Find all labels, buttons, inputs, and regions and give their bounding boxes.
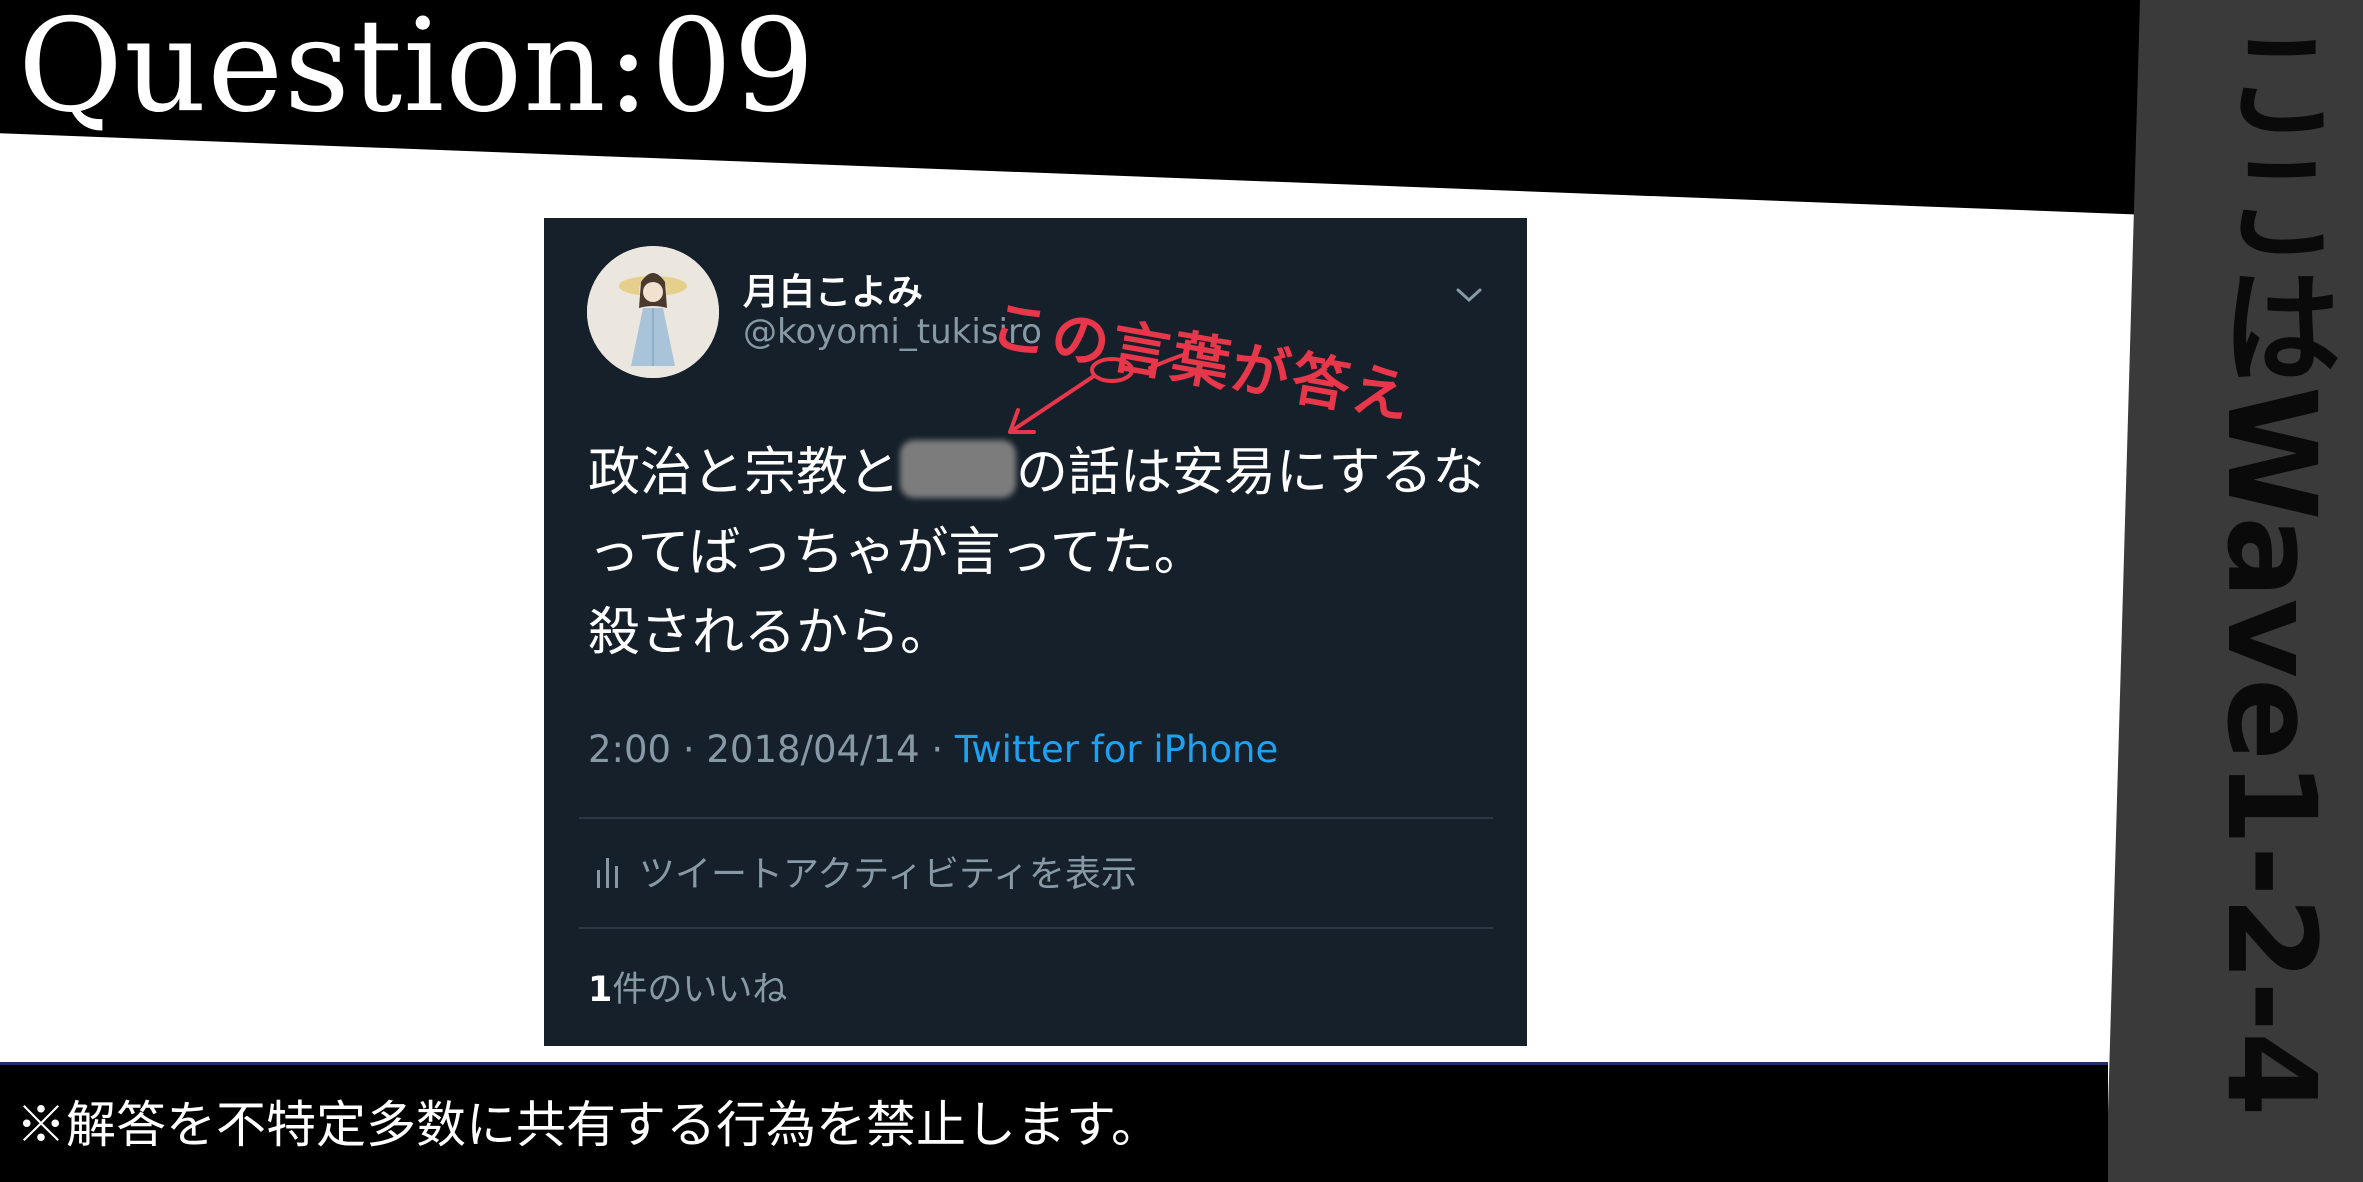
side-label: ここはWave1-2-4	[2200, 20, 2342, 1117]
likes-count[interactable]: 1件のいいね	[588, 961, 787, 1012]
notice-bar: ※解答を不特定多数に共有する行為を禁止します。	[0, 1062, 2108, 1182]
avatar[interactable]	[587, 246, 719, 378]
tweet-text-part3: 殺されるから。	[588, 603, 953, 663]
analytics-icon	[597, 858, 618, 888]
likes-number: 1	[588, 970, 613, 1010]
tweet-timestamp: 2:00 · 2018/04/14 ·	[588, 728, 955, 771]
avatar-illustration	[587, 246, 719, 378]
question-title: Question:09	[18, 0, 816, 141]
likes-label: 件のいいね	[612, 970, 788, 1010]
divider	[579, 927, 1493, 929]
tweet-meta: 2:00 · 2018/04/14 · Twitter for iPhone	[588, 728, 1278, 771]
divider	[579, 817, 1493, 819]
tweet-text-part1: 政治と宗教と	[588, 443, 901, 503]
tweet-text: 政治と宗教と の話は安易にするなってばっちゃが言ってた。 殺されるから。	[588, 433, 1488, 673]
redacted-word	[900, 440, 1017, 498]
tweet-source-link[interactable]: Twitter for iPhone	[955, 728, 1278, 771]
display-name[interactable]: 月白こよみ	[743, 263, 923, 315]
tweet-activity-link[interactable]: ツイートアクティビティを表示	[595, 845, 1137, 897]
tweet-activity-label: ツイートアクティビティを表示	[639, 854, 1137, 895]
notice-text: ※解答を不特定多数に共有する行為を禁止します。	[16, 1096, 1161, 1154]
chevron-down-icon[interactable]	[1454, 280, 1484, 310]
